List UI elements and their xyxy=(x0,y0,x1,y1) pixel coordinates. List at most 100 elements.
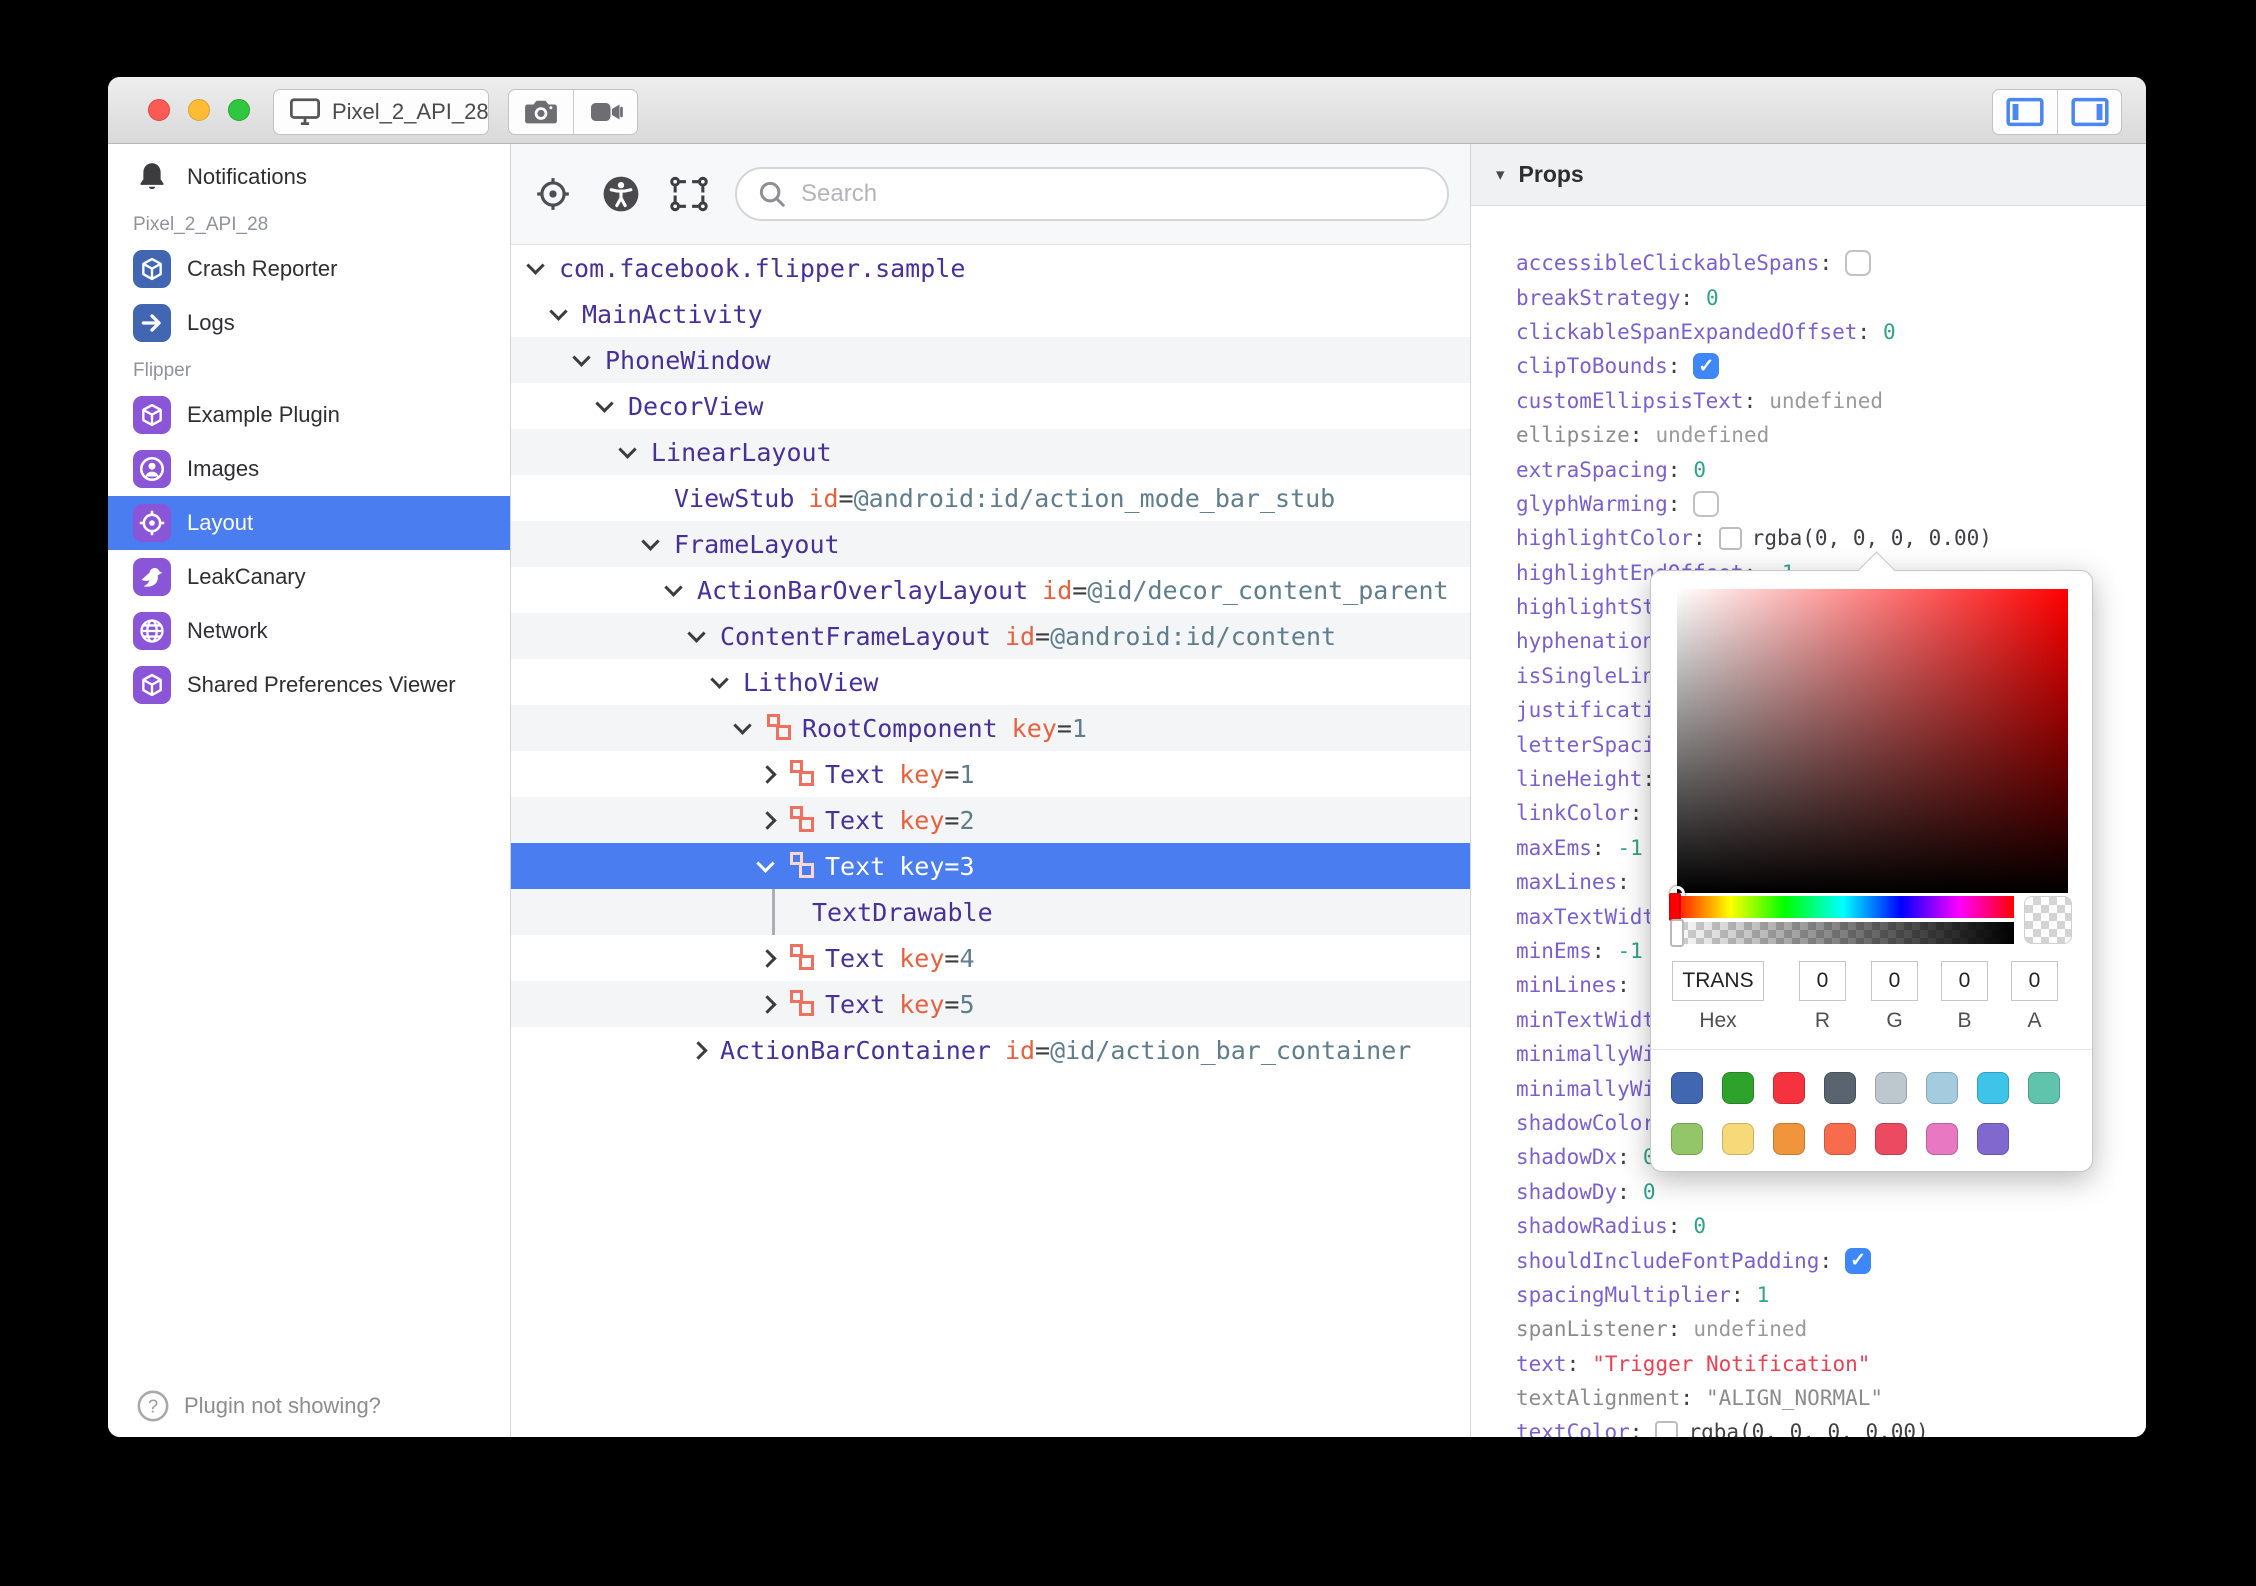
target-icon xyxy=(133,504,171,542)
sidebar-item-logs[interactable]: Logs xyxy=(108,296,510,350)
sidebar-item-notifications[interactable]: Notifications xyxy=(108,150,510,204)
accessibility-mode-button[interactable] xyxy=(599,172,643,216)
expand-selection-button[interactable] xyxy=(667,172,711,216)
color-swatch[interactable] xyxy=(1977,1123,2009,1155)
color-swatch[interactable] xyxy=(1824,1072,1856,1104)
chevron-right-icon[interactable] xyxy=(758,981,789,1027)
device-selector-button[interactable]: Pixel_2_API_28 xyxy=(273,89,489,135)
checkbox-unchecked-icon[interactable] xyxy=(1693,490,1720,517)
sidebar-item-images[interactable]: Images xyxy=(108,442,510,496)
color-value-swatch[interactable] xyxy=(1718,526,1742,550)
search-input[interactable] xyxy=(799,179,1427,209)
chevron-down-icon[interactable] xyxy=(687,613,720,659)
color-swatch[interactable] xyxy=(1824,1123,1856,1155)
litho-component-icon xyxy=(789,942,817,974)
color-swatch[interactable] xyxy=(1875,1072,1907,1104)
tree-row[interactable]: Text key = 4 xyxy=(511,935,1470,981)
color-value-swatch[interactable] xyxy=(1655,1420,1679,1437)
sidebar-item-label: Images xyxy=(187,456,260,481)
tree-row[interactable]: ActionBarContainer id = @id/action_bar_cont… xyxy=(511,1027,1470,1073)
tree-row[interactable]: Text key = 2 xyxy=(511,797,1470,843)
hue-handle[interactable] xyxy=(1669,893,1681,921)
color-swatch[interactable] xyxy=(1926,1072,1958,1104)
tree-row[interactable]: ActionBarOverlayLayout id = @id/decor_conte… xyxy=(511,567,1470,613)
chevron-down-icon[interactable] xyxy=(641,521,674,567)
checkbox-checked-icon[interactable]: ✓ xyxy=(1693,353,1720,380)
node-attr-key: id xyxy=(1004,621,1036,651)
prop-colon: : xyxy=(1680,1386,1694,1411)
tree-row[interactable]: ContentFrameLayout id = @android:id/content xyxy=(511,613,1470,659)
alpha-handle[interactable] xyxy=(1670,919,1684,947)
color-swatch[interactable] xyxy=(1875,1123,1907,1155)
chevron-down-icon[interactable] xyxy=(710,659,743,705)
checkbox-checked-icon[interactable]: ✓ xyxy=(1845,1247,1872,1274)
tree-row[interactable]: FrameLayout xyxy=(511,521,1470,567)
toggle-left-panel-button[interactable] xyxy=(1993,90,2057,134)
node-attr-key: key xyxy=(899,759,945,789)
chevron-down-icon[interactable] xyxy=(595,383,628,429)
chevron-down-icon[interactable] xyxy=(664,567,697,613)
chevron-down-icon[interactable] xyxy=(756,843,789,889)
color-swatch[interactable] xyxy=(1773,1072,1805,1104)
color-swatch[interactable] xyxy=(1722,1123,1754,1155)
chevron-right-icon[interactable] xyxy=(758,797,789,843)
tree-row[interactable]: Text key = 3 xyxy=(511,843,1470,889)
close-button[interactable] xyxy=(148,99,170,121)
minimize-button[interactable] xyxy=(188,99,210,121)
alpha-slider[interactable] xyxy=(1670,919,2014,947)
sidebar-item-leakcanary[interactable]: LeakCanary xyxy=(108,550,510,604)
alpha-field[interactable] xyxy=(2011,961,2058,1001)
sidebar-item-crash-reporter[interactable]: Crash Reporter xyxy=(108,242,510,296)
zoom-button[interactable] xyxy=(228,99,250,121)
checkbox-unchecked-icon[interactable] xyxy=(1845,250,1872,277)
red-field[interactable] xyxy=(1799,961,1846,1001)
tree-row[interactable]: PhoneWindow xyxy=(511,337,1470,383)
hex-field[interactable] xyxy=(1672,961,1764,1001)
saturation-area[interactable] xyxy=(1670,589,2068,901)
sidebar-item-network[interactable]: Network xyxy=(108,604,510,658)
color-swatch[interactable] xyxy=(1722,1072,1754,1104)
color-swatch[interactable] xyxy=(1773,1123,1805,1155)
chevron-down-icon[interactable] xyxy=(526,245,559,291)
hue-slider[interactable] xyxy=(1669,893,2014,921)
plugin-not-showing-link[interactable]: ? Plugin not showing? xyxy=(108,1375,510,1437)
search-box[interactable] xyxy=(735,167,1449,221)
panel-right-icon xyxy=(2070,97,2109,127)
props-section-header[interactable]: ▾ Props xyxy=(1471,144,2146,206)
target-mode-button[interactable] xyxy=(531,172,575,216)
color-swatch[interactable] xyxy=(2028,1072,2060,1104)
tree-row[interactable]: TextDrawable xyxy=(511,889,1470,935)
bird-icon xyxy=(133,558,171,596)
sidebar-item-shared-preferences-viewer[interactable]: Shared Preferences Viewer xyxy=(108,658,510,712)
color-swatch[interactable] xyxy=(1926,1123,1958,1155)
chevron-down-icon[interactable] xyxy=(572,337,605,383)
chevron-right-icon[interactable] xyxy=(758,935,789,981)
toggle-right-panel-button[interactable] xyxy=(2057,90,2121,134)
sidebar-item-example-plugin[interactable]: Example Plugin xyxy=(108,388,510,442)
tree-row[interactable]: LithoView xyxy=(511,659,1470,705)
tree-row[interactable]: com.facebook.flipper.sample xyxy=(511,245,1470,291)
chevron-down-icon[interactable] xyxy=(733,705,766,751)
screenshot-button[interactable] xyxy=(509,90,573,134)
color-swatch[interactable] xyxy=(1671,1123,1703,1155)
chevron-down-icon[interactable] xyxy=(618,429,651,475)
screen-record-button[interactable] xyxy=(573,90,637,134)
sidebar-item-layout[interactable]: Layout xyxy=(108,496,510,550)
color-swatch[interactable] xyxy=(1671,1072,1703,1104)
swatch-row-2 xyxy=(1671,1123,2009,1155)
tree-row[interactable]: LinearLayout xyxy=(511,429,1470,475)
chevron-right-icon[interactable] xyxy=(758,751,789,797)
tree-row[interactable]: ViewStub id = @android:id/action_mode_bar_s… xyxy=(511,475,1470,521)
tree-row[interactable]: Text key = 1 xyxy=(511,751,1470,797)
tree-row[interactable]: Text key = 5 xyxy=(511,981,1470,1027)
tree-row[interactable]: DecorView xyxy=(511,383,1470,429)
tree-row[interactable]: RootComponent key = 1 xyxy=(511,705,1470,751)
green-field[interactable] xyxy=(1871,961,1918,1001)
tree-row[interactable]: MainActivity xyxy=(511,291,1470,337)
chevron-down-icon[interactable] xyxy=(549,291,582,337)
blue-field[interactable] xyxy=(1941,961,1988,1001)
chevron-right-icon[interactable] xyxy=(689,1027,720,1073)
prop-row: breakStrategy:0 xyxy=(1516,280,2146,314)
prop-key: isSingleLine xyxy=(1516,663,1668,688)
color-swatch[interactable] xyxy=(1977,1072,2009,1104)
